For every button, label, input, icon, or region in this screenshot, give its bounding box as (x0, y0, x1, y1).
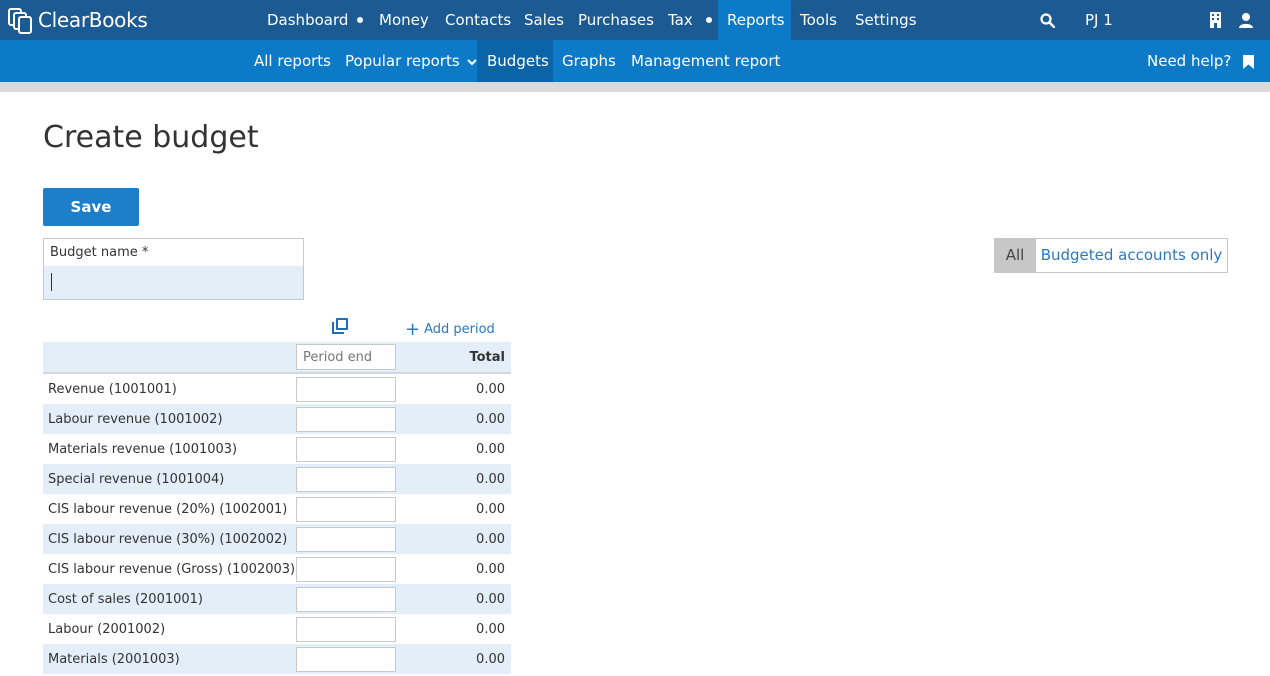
account-label: Cost of sales (2001001) (48, 592, 203, 607)
nav-separator-dot (357, 17, 363, 23)
table-row: Materials revenue (1001003) 0.00 (43, 434, 511, 464)
need-help-link[interactable]: Need help? (1147, 40, 1231, 82)
nav-tools[interactable]: Tools (800, 0, 837, 40)
row-total: 0.00 (476, 532, 505, 547)
subnav-popular-reports-label: Popular reports (345, 52, 460, 70)
plus-icon: + (405, 319, 421, 340)
row-total: 0.00 (476, 382, 505, 397)
row-total: 0.00 (476, 472, 505, 487)
table-row: Labour (2001002) 0.00 (43, 614, 511, 644)
row-total: 0.00 (476, 592, 505, 607)
table-row: CIS labour revenue (30%) (1002002) 0.00 (43, 524, 511, 554)
row-total: 0.00 (476, 562, 505, 577)
account-label: CIS labour revenue (20%) (1002001) (48, 502, 288, 517)
bookmark-icon[interactable] (1243, 55, 1254, 69)
add-period-label: Add period (424, 322, 495, 337)
budget-amount-input[interactable] (296, 407, 396, 432)
text-cursor (51, 273, 52, 291)
logo-text: ClearBooks (38, 8, 148, 32)
budget-amount-input[interactable] (296, 377, 396, 402)
nav-contacts[interactable]: Contacts (445, 0, 511, 40)
nav-sales[interactable]: Sales (524, 0, 564, 40)
subnav-management-report[interactable]: Management report (631, 40, 780, 82)
chevron-down-icon (467, 59, 478, 66)
subnav-graphs[interactable]: Graphs (562, 40, 616, 82)
page-title: Create budget (43, 120, 259, 155)
table-header: Total (43, 342, 511, 374)
row-total: 0.00 (476, 502, 505, 517)
subnav-popular-reports[interactable]: Popular reports (345, 40, 478, 82)
budget-amount-input[interactable] (296, 587, 396, 612)
table-row: CIS labour revenue (Gross) (1002003) 0.0… (43, 554, 511, 584)
row-total: 0.00 (476, 652, 505, 667)
table-row: Labour revenue (1001002) 0.00 (43, 404, 511, 434)
account-label: Labour (2001002) (48, 622, 166, 637)
total-column-header: Total (469, 350, 505, 365)
clearbooks-logo[interactable]: ClearBooks (8, 6, 148, 34)
add-period-link[interactable]: + Add period (405, 319, 495, 340)
building-icon[interactable] (1209, 12, 1222, 28)
account-label: Materials revenue (1001003) (48, 442, 238, 457)
table-row: CIS labour revenue (20%) (1002001) 0.00 (43, 494, 511, 524)
user-icon[interactable] (1238, 12, 1254, 28)
top-navigation: ClearBooks Dashboard Money Contacts Sale… (0, 0, 1270, 40)
nav-tax[interactable]: Tax (668, 0, 693, 40)
nav-reports[interactable]: Reports (718, 0, 791, 40)
account-label: CIS labour revenue (30%) (1002002) (48, 532, 288, 547)
budget-amount-input[interactable] (296, 467, 396, 492)
nav-settings[interactable]: Settings (855, 0, 917, 40)
filter-all-button[interactable]: All (994, 238, 1036, 273)
subnav-budgets[interactable]: Budgets (477, 40, 553, 82)
budget-amount-input[interactable] (296, 617, 396, 642)
copy-icon[interactable] (332, 318, 348, 334)
header-divider (0, 82, 1270, 92)
account-label: CIS labour revenue (Gross) (1002003) (48, 562, 296, 577)
reports-subnavigation: All reports Popular reports Budgets Grap… (0, 40, 1270, 82)
account-label: Labour revenue (1001002) (48, 412, 223, 427)
filter-budgeted-accounts-button[interactable]: Budgeted accounts only (1035, 238, 1228, 273)
nav-money[interactable]: Money (379, 0, 429, 40)
table-row: Cost of sales (2001001) 0.00 (43, 584, 511, 614)
nav-purchases[interactable]: Purchases (578, 0, 654, 40)
budget-amount-input[interactable] (296, 437, 396, 462)
account-label: Materials (2001003) (48, 652, 180, 667)
account-label: Revenue (1001001) (48, 382, 177, 397)
table-row: Materials (2001003) 0.00 (43, 644, 511, 674)
row-total: 0.00 (476, 412, 505, 427)
row-total: 0.00 (476, 622, 505, 637)
save-button[interactable]: Save (43, 188, 139, 226)
logo-icon (8, 6, 34, 34)
budget-amount-input[interactable] (296, 497, 396, 522)
period-end-input[interactable] (296, 344, 396, 370)
account-label: Special revenue (1001004) (48, 472, 225, 487)
budget-name-field[interactable]: Budget name * (43, 238, 304, 300)
table-row: Revenue (1001001) 0.00 (43, 374, 511, 404)
nav-dashboard[interactable]: Dashboard (267, 0, 348, 40)
user-account-label[interactable]: PJ 1 (1085, 0, 1113, 40)
nav-separator-dot (706, 17, 712, 23)
row-total: 0.00 (476, 442, 505, 457)
search-icon[interactable] (1040, 13, 1055, 28)
budget-amount-input[interactable] (296, 647, 396, 672)
budget-amount-input[interactable] (296, 557, 396, 582)
budget-name-input[interactable] (44, 266, 303, 299)
table-row: Special revenue (1001004) 0.00 (43, 464, 511, 494)
subnav-all-reports[interactable]: All reports (254, 40, 331, 82)
budget-name-label: Budget name * (50, 245, 149, 260)
budget-amount-input[interactable] (296, 527, 396, 552)
budget-table: Total Revenue (1001001) 0.00 Labour reve… (43, 342, 511, 674)
